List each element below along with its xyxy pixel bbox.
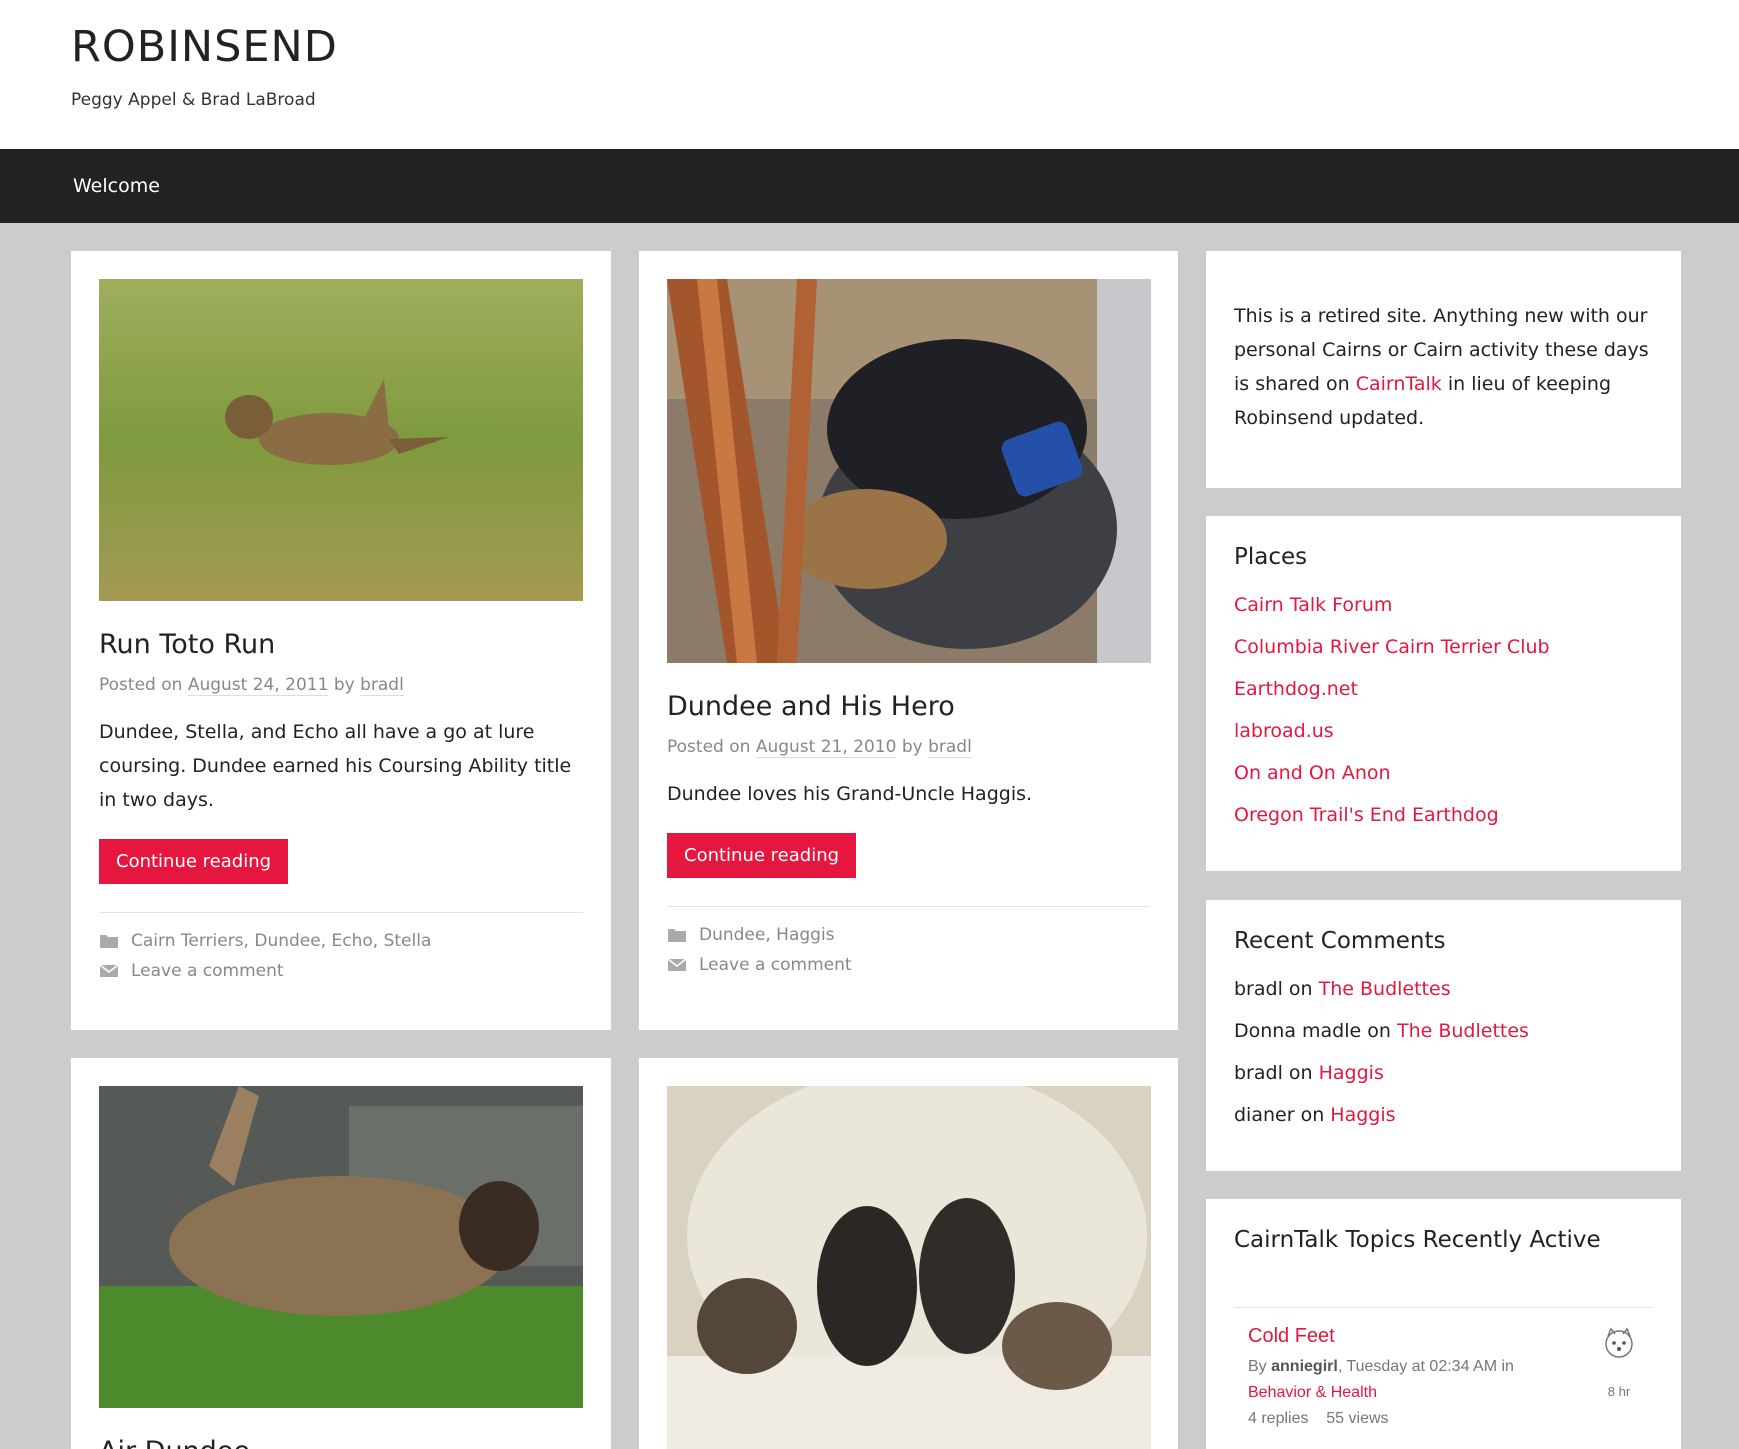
- main-nav: Welcome: [0, 149, 1739, 223]
- post-footer: Dundee, Haggis Leave a comment: [667, 906, 1150, 975]
- meta-by: by: [901, 737, 923, 758]
- post-title[interactable]: Run Toto Run: [99, 629, 583, 661]
- comment-post-link[interactable]: Haggis: [1330, 1104, 1395, 1126]
- recent-comments-list: bradl on The Budlettes Donna madle on Th…: [1234, 972, 1653, 1132]
- meta-prefix: Posted on: [99, 675, 183, 696]
- comment-post-link[interactable]: The Budlettes: [1319, 978, 1451, 1000]
- topic-forum-line: Behavior & Health: [1248, 1380, 1639, 1406]
- post-meta: Posted on August 24, 2011 by bradl: [99, 675, 583, 697]
- topic-forum-link[interactable]: Behavior & Health: [1248, 1384, 1377, 1401]
- intro-widget: This is a retired site. Anything new wit…: [1206, 251, 1681, 488]
- content-area: Run Toto Run Posted on August 24, 2011 b…: [0, 223, 1739, 1449]
- post-footer: Cairn Terriers, Dundee, Echo, Stella Lea…: [99, 912, 583, 981]
- comment-on: on: [1288, 1061, 1313, 1084]
- place-link[interactable]: labroad.us: [1234, 720, 1334, 742]
- post-date-link[interactable]: August 24, 2011: [187, 675, 329, 697]
- post-excerpt: Dundee loves his Grand-Uncle Haggis.: [667, 783, 1033, 806]
- comment-on: on: [1367, 1019, 1391, 1042]
- intro-text: This is a retired site. Anything new wit…: [1234, 299, 1653, 435]
- topic-avatar[interactable]: 8 hr: [1599, 1326, 1639, 1409]
- place-link[interactable]: Oregon Trail's End Earthdog: [1234, 804, 1499, 826]
- topic-byline: By anniegirl, Tuesday at 02:34 AM in: [1248, 1354, 1639, 1380]
- comment-on: on: [1300, 1103, 1325, 1126]
- post-author-link[interactable]: bradl: [928, 737, 972, 759]
- widget-title: CairnTalk Topics Recently Active: [1234, 1227, 1601, 1253]
- meta-prefix: Posted on: [667, 737, 751, 758]
- comment-author: dianer: [1234, 1103, 1295, 1126]
- post-card: Air Dundee: [71, 1058, 611, 1449]
- post-card: [639, 1058, 1178, 1449]
- topic-title-link[interactable]: Cold Feet: [1248, 1325, 1335, 1347]
- comment-author: bradl: [1234, 1061, 1283, 1084]
- envelope-icon: [99, 964, 119, 978]
- cairntalk-widget: CairnTalk Topics Recently Active Cold Fe…: [1206, 1199, 1681, 1449]
- folder-icon: [100, 935, 118, 949]
- post-excerpt: Dundee, Stella, and Echo all have a go a…: [99, 721, 572, 812]
- places-list: Cairn Talk Forum Columbia River Cairn Te…: [1234, 588, 1653, 832]
- place-link[interactable]: Cairn Talk Forum: [1234, 594, 1392, 616]
- topic-age: 8 hr: [1607, 1383, 1631, 1399]
- post-categories[interactable]: Dundee, Haggis: [699, 925, 835, 945]
- continue-reading-button[interactable]: Continue reading: [99, 839, 289, 885]
- comment-post-link[interactable]: The Budlettes: [1397, 1020, 1529, 1042]
- topic-views: 55 views: [1326, 1409, 1389, 1427]
- leave-comment-link[interactable]: Leave a comment: [131, 961, 284, 981]
- post-thumbnail[interactable]: [99, 279, 583, 601]
- post-date-link[interactable]: August 21, 2010: [755, 737, 897, 759]
- post-title[interactable]: Dundee and His Hero: [667, 691, 1150, 723]
- place-link[interactable]: Columbia River Cairn Terrier Club: [1234, 636, 1550, 658]
- folder-icon: [668, 929, 686, 943]
- cairntalk-link[interactable]: CairnTalk: [1356, 373, 1442, 395]
- topic-by: By: [1248, 1357, 1267, 1375]
- post-card: Run Toto Run Posted on August 24, 2011 b…: [71, 251, 611, 1030]
- topic-replies: 4 replies: [1248, 1409, 1309, 1427]
- site-header: ROBINSEND Peggy Appel & Brad LaBroad: [0, 0, 1739, 149]
- topic-item: Cold Feet By anniegirl, Tuesday at 02:34…: [1234, 1306, 1653, 1432]
- post-thumbnail[interactable]: [99, 1086, 583, 1408]
- recent-comments-widget: Recent Comments bradl on The Budlettes D…: [1206, 900, 1681, 1171]
- post-meta: Posted on August 21, 2010 by bradl: [667, 737, 1150, 759]
- place-link[interactable]: Earthdog.net: [1234, 678, 1358, 700]
- comment-author: Donna madle: [1234, 1019, 1362, 1042]
- envelope-icon: [667, 958, 687, 972]
- leave-comment-link[interactable]: Leave a comment: [699, 955, 852, 975]
- topic-stats: 4 replies 55 views: [1248, 1406, 1639, 1432]
- comment-item: bradl on Haggis: [1234, 1056, 1653, 1090]
- comment-author: bradl: [1234, 977, 1283, 1000]
- comment-item: bradl on The Budlettes: [1234, 972, 1653, 1006]
- comment-item: dianer on Haggis: [1234, 1098, 1653, 1132]
- site-description: Peggy Appel & Brad LaBroad: [71, 90, 316, 110]
- widget-title: Recent Comments: [1234, 928, 1446, 954]
- topic-author[interactable]: anniegirl: [1271, 1358, 1338, 1375]
- topic-when: , Tuesday at 02:34 AM in: [1337, 1357, 1514, 1375]
- post-author-link[interactable]: bradl: [360, 675, 404, 697]
- post-card: Dundee and His Hero Posted on August 21,…: [639, 251, 1178, 1030]
- post-categories[interactable]: Cairn Terriers, Dundee, Echo, Stella: [131, 931, 431, 951]
- place-link[interactable]: On and On Anon: [1234, 762, 1391, 784]
- dog-avatar-icon: [1605, 1327, 1633, 1358]
- site-title[interactable]: ROBINSEND: [71, 24, 1739, 70]
- meta-by: by: [333, 675, 355, 696]
- comment-on: on: [1288, 977, 1313, 1000]
- nav-item-welcome[interactable]: Welcome: [73, 175, 160, 197]
- comment-item: Donna madle on The Budlettes: [1234, 1014, 1653, 1048]
- continue-reading-button[interactable]: Continue reading: [667, 833, 857, 879]
- places-widget: Places Cairn Talk Forum Columbia River C…: [1206, 516, 1681, 871]
- post-thumbnail[interactable]: [667, 279, 1151, 663]
- post-title[interactable]: Air Dundee: [99, 1436, 583, 1449]
- widget-title: Places: [1234, 544, 1308, 570]
- comment-post-link[interactable]: Haggis: [1319, 1062, 1384, 1084]
- post-thumbnail[interactable]: [667, 1086, 1151, 1449]
